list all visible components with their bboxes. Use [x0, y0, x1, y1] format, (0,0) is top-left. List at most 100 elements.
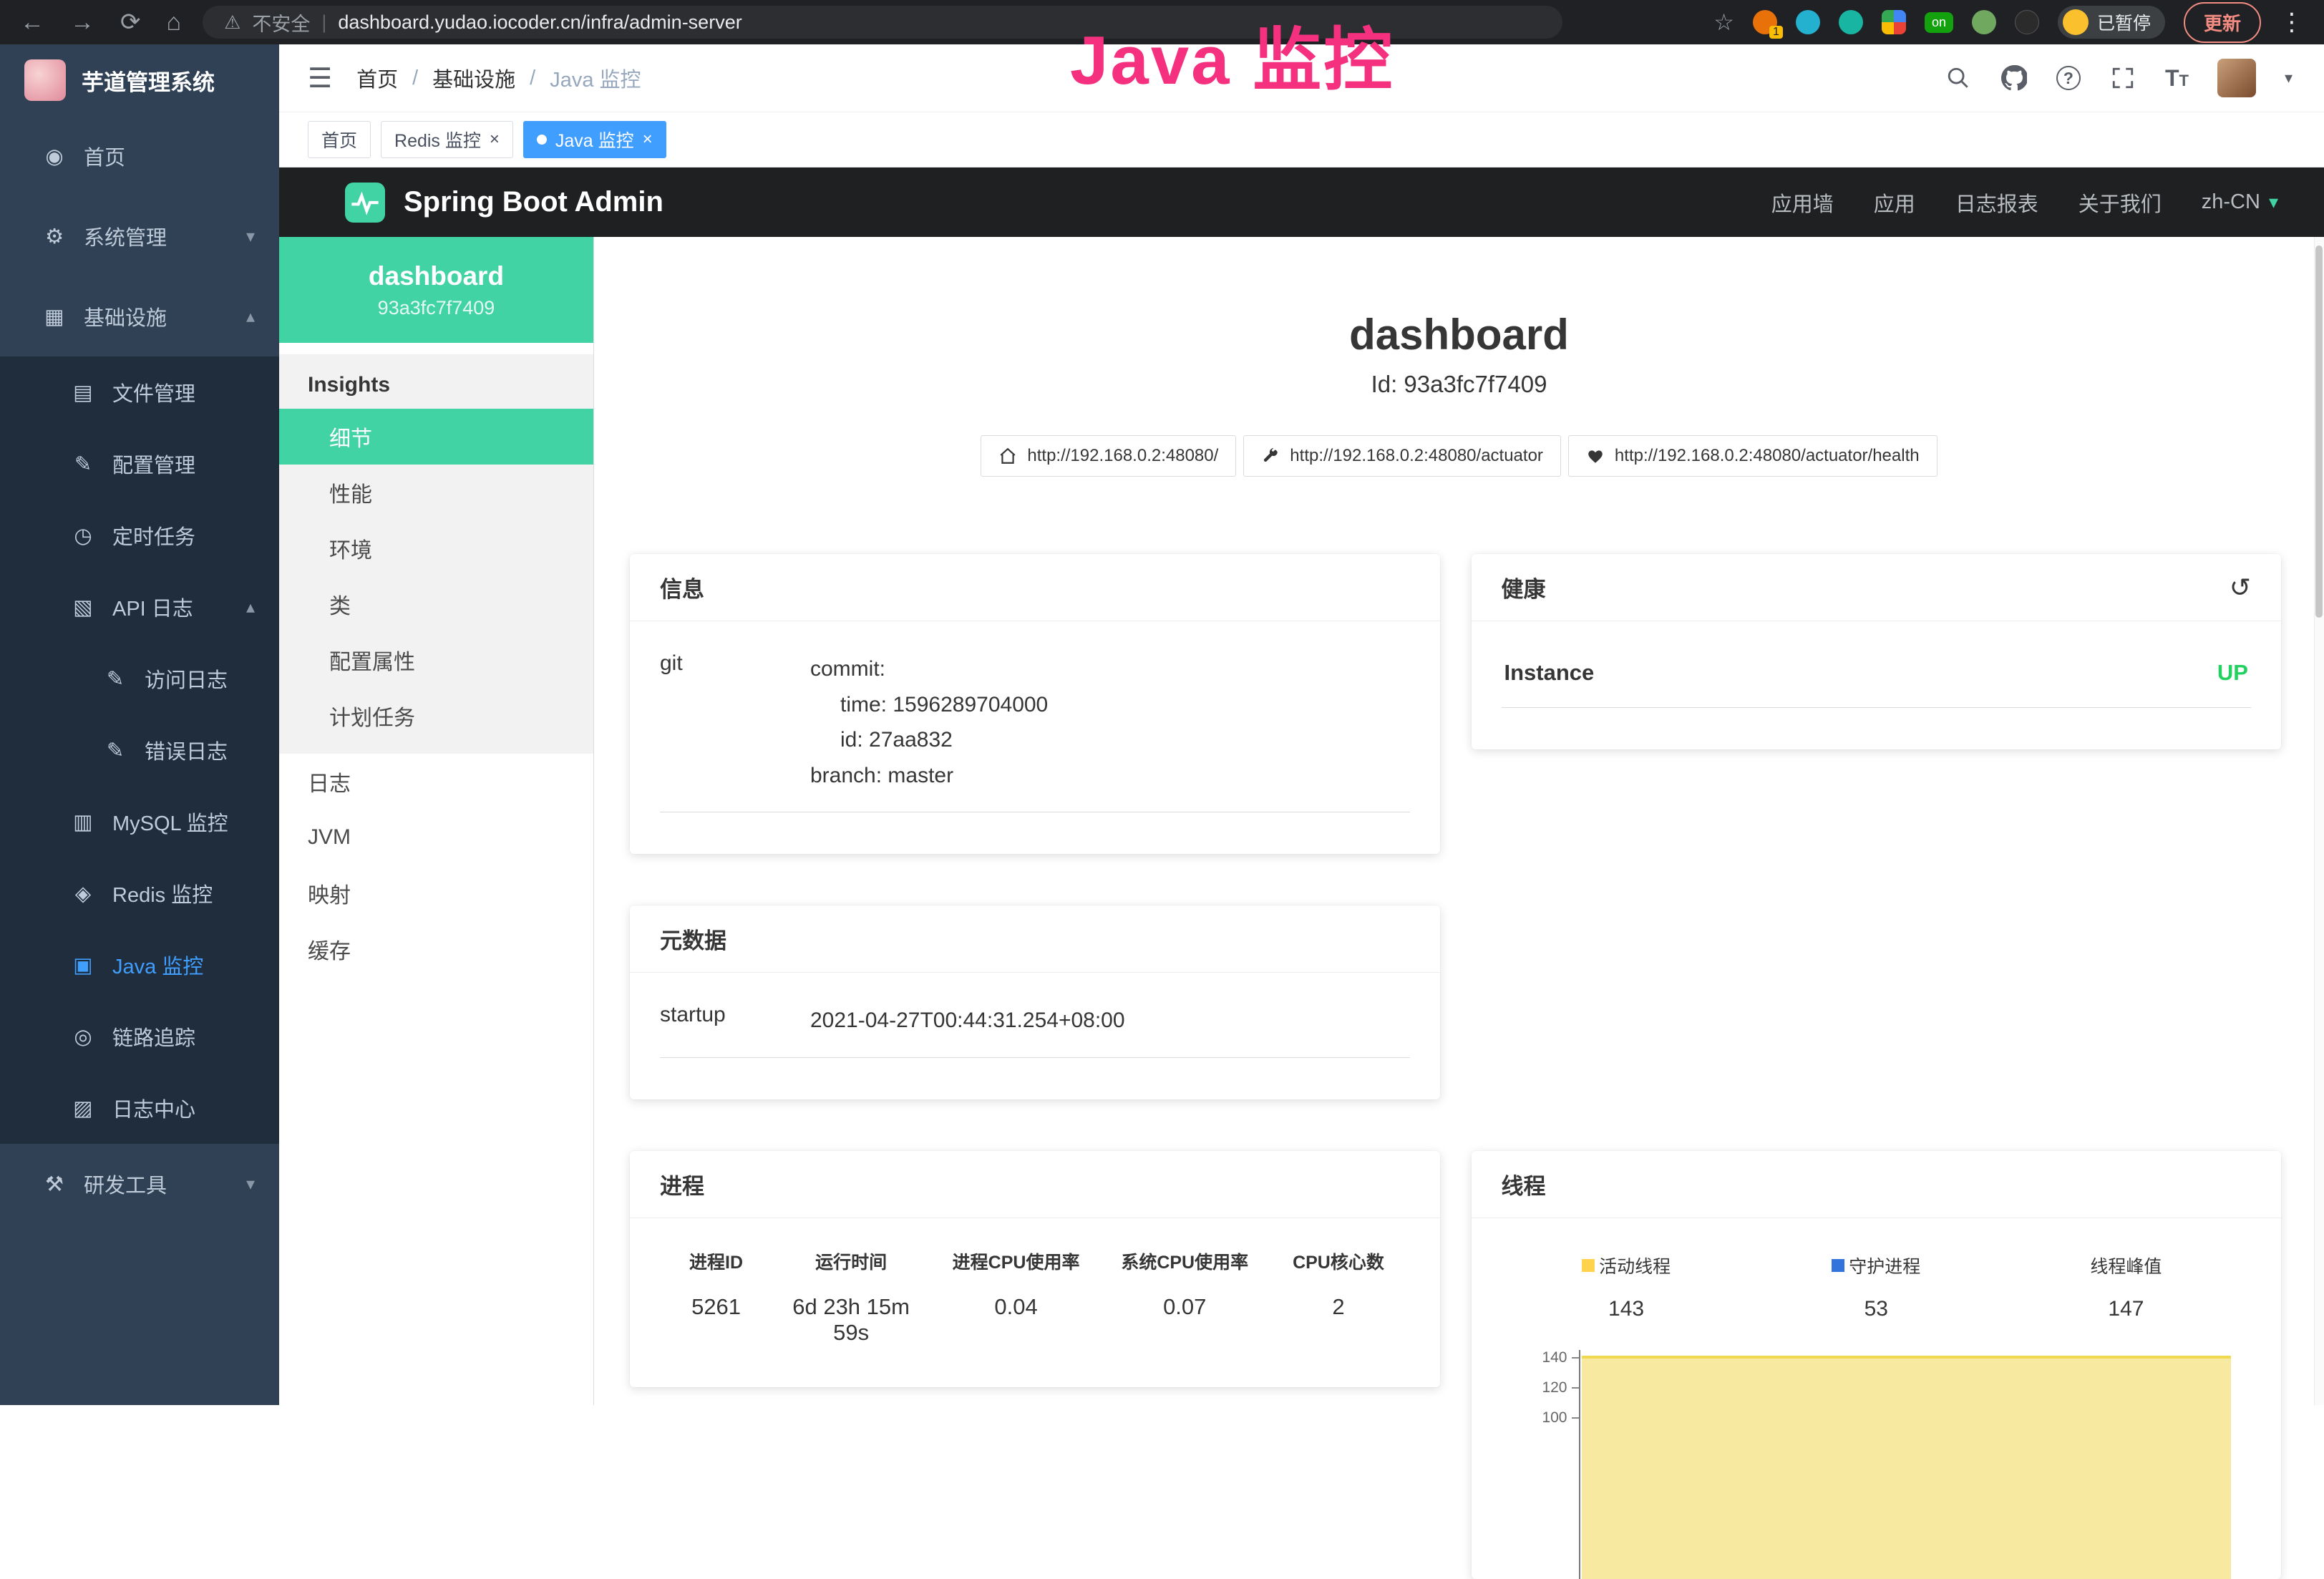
extension-icon[interactable]: [1796, 10, 1820, 34]
sba-item-logfile[interactable]: 日志: [279, 754, 593, 810]
search-icon[interactable]: [1945, 64, 1972, 92]
browser-nav-buttons: ← → ⟳ ⌂: [20, 8, 181, 37]
sidebar-item-log-center[interactable]: ▨ 日志中心: [0, 1072, 279, 1144]
app-title: 芋道管理系统: [82, 64, 215, 97]
edit-icon: ✎: [68, 452, 98, 477]
sidebar-item-system[interactable]: ⚙ 系统管理 ▾: [0, 196, 279, 276]
instance-name: dashboard: [369, 261, 504, 291]
threads-card-title: 线程: [1502, 1168, 1546, 1200]
sba-item-caches[interactable]: 缓存: [279, 921, 593, 977]
sba-nav-wallboard[interactable]: 应用墙: [1771, 188, 1834, 218]
font-size-icon[interactable]: TT: [2165, 65, 2189, 92]
sba-nav-journal[interactable]: 日志报表: [1955, 188, 2038, 218]
tag-home[interactable]: 首页: [308, 121, 371, 158]
reload-icon[interactable]: ⟳: [120, 8, 141, 37]
sba-item-details[interactable]: 细节: [279, 409, 593, 465]
app-logo-row[interactable]: 芋道管理系统: [0, 44, 279, 116]
legend-value: 147: [2001, 1297, 2251, 1321]
instance-links: http://192.168.0.2:48080/ http://192.168…: [594, 435, 2324, 477]
sidebar-item-error-log[interactable]: ✎ 错误日志: [0, 714, 279, 786]
extension-icon[interactable]: on: [1925, 12, 1953, 33]
sba-item-config-props[interactable]: 配置属性: [279, 632, 593, 688]
extension-icon[interactable]: 1: [1753, 10, 1777, 34]
sba-item-metrics[interactable]: 性能: [279, 465, 593, 520]
tag-label: Java 监控: [555, 127, 634, 152]
history-icon[interactable]: ↺: [2230, 573, 2251, 603]
extension-icon[interactable]: [1972, 10, 1996, 34]
caret-down-icon[interactable]: ▾: [2285, 69, 2293, 87]
breadcrumb-item[interactable]: 基础设施: [432, 63, 515, 93]
file-icon: ▤: [68, 380, 98, 405]
git-commit-line: commit:: [810, 651, 1048, 687]
sidebar-item-infra[interactable]: ▦ 基础设施 ▴: [0, 276, 279, 356]
sba-locale-select[interactable]: zh-CN ▾: [2202, 190, 2278, 214]
browser-menu-icon[interactable]: ⋮: [2280, 8, 2304, 37]
sidebar-item-mysql-monitor[interactable]: ▥ MySQL 监控: [0, 786, 279, 857]
tag-java-monitor[interactable]: Java 监控 ×: [523, 121, 666, 158]
tools-icon: ⚒: [39, 1172, 69, 1197]
actuator-url-link[interactable]: http://192.168.0.2:48080/actuator: [1243, 435, 1561, 477]
sidebar-item-file-manage[interactable]: ▤ 文件管理: [0, 356, 279, 428]
legend-item: 活动线程 143: [1502, 1253, 1751, 1321]
sidebar-item-access-log[interactable]: ✎ 访问日志: [0, 643, 279, 714]
sidebar-item-scheduled-tasks[interactable]: ◷ 定时任务: [0, 500, 279, 571]
sba-instance-header[interactable]: dashboard 93a3fc7f7409: [279, 237, 593, 343]
startup-row: startup 2021-04-27T00:44:31.254+08:00: [660, 1003, 1410, 1058]
extension-icon[interactable]: [1839, 10, 1863, 34]
chrome-update-button[interactable]: 更新: [2184, 2, 2261, 43]
log-center-icon: ▨: [68, 1096, 98, 1121]
sidebar-item-label: Java 监控: [112, 950, 203, 980]
security-label[interactable]: 不安全: [252, 9, 310, 37]
metadata-card-title: 元数据: [660, 923, 726, 955]
sidebar-item-tracing[interactable]: ◎ 链路追踪: [0, 1001, 279, 1072]
sidebar-item-config-manage[interactable]: ✎ 配置管理: [0, 428, 279, 500]
git-branch-line: branch: master: [810, 758, 1048, 794]
tag-redis-monitor[interactable]: Redis 监控 ×: [381, 121, 513, 158]
breadcrumb-separator: /: [412, 67, 418, 90]
sba-nav-about[interactable]: 关于我们: [2079, 188, 2162, 218]
sba-nav-applications[interactable]: 应用: [1874, 188, 1915, 218]
sidebar-item-java-monitor[interactable]: ▣ Java 监控: [0, 929, 279, 1001]
scrollbar[interactable]: [2314, 237, 2324, 1405]
home-icon[interactable]: ⌂: [167, 9, 182, 37]
github-icon[interactable]: [2000, 64, 2028, 92]
hamburger-icon[interactable]: ☰: [308, 62, 332, 94]
sidebar-item-redis-monitor[interactable]: ◈ Redis 监控: [0, 857, 279, 929]
chevron-down-icon: ▾: [246, 226, 255, 247]
extension-icon[interactable]: [2015, 10, 2039, 34]
active-threads-area: [1582, 1356, 2232, 1579]
health-url-link[interactable]: http://192.168.0.2:48080/actuator/health: [1568, 435, 1938, 477]
sidebar-item-api-log[interactable]: ▧ API 日志 ▴: [0, 571, 279, 643]
close-icon[interactable]: ×: [490, 130, 500, 150]
sba-item-scheduled[interactable]: 计划任务: [279, 688, 593, 744]
url-text[interactable]: dashboard.yudao.iocoder.cn/infra/admin-s…: [338, 11, 742, 34]
sba-item-environment[interactable]: 环境: [279, 520, 593, 576]
col-header: 运行时间: [772, 1248, 930, 1274]
col-value: 0.07: [1102, 1294, 1267, 1320]
info-key: git: [660, 651, 810, 793]
sba-item-classes[interactable]: 类: [279, 576, 593, 632]
sidebar-item-label: MySQL 监控: [112, 807, 228, 837]
bookmark-star-icon[interactable]: ☆: [1713, 9, 1734, 36]
edit-icon: ✎: [100, 666, 130, 691]
health-instance-row[interactable]: Instance UP: [1502, 651, 2252, 708]
info-card-title: 信息: [660, 571, 704, 603]
user-avatar[interactable]: [2217, 59, 2256, 97]
close-icon[interactable]: ×: [643, 130, 653, 150]
sidebar-item-dev-tools[interactable]: ⚒ 研发工具 ▾: [0, 1144, 279, 1224]
forward-icon[interactable]: →: [70, 9, 94, 37]
breadcrumb-item[interactable]: 首页: [356, 63, 398, 93]
sba-item-mappings[interactable]: 映射: [279, 865, 593, 921]
health-card: 健康 ↺ Instance UP: [1472, 554, 2282, 749]
fullscreen-icon[interactable]: [2109, 64, 2136, 92]
scrollbar-thumb[interactable]: [2315, 246, 2323, 618]
infrastructure-icon: ▦: [39, 304, 69, 329]
profile-chip[interactable]: 已暂停: [2058, 6, 2165, 39]
sba-item-jvm[interactable]: JVM: [279, 810, 593, 865]
back-icon[interactable]: ←: [20, 9, 44, 37]
help-icon[interactable]: ?: [2056, 66, 2081, 90]
sba-brand[interactable]: Spring Boot Admin: [345, 183, 663, 223]
extension-icon[interactable]: [1882, 10, 1906, 34]
service-url-link[interactable]: http://192.168.0.2:48080/: [981, 435, 1236, 477]
sidebar-item-home[interactable]: ◉ 首页: [0, 116, 279, 196]
